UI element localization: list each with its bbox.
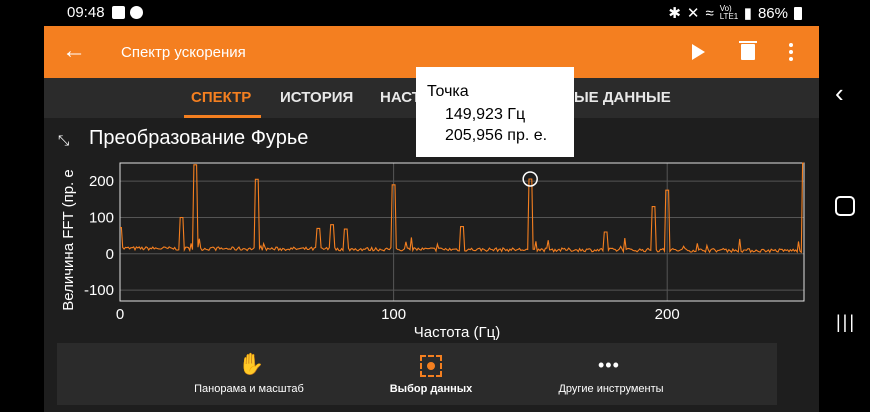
tooltip-value: 205,956 пр. е. (445, 127, 548, 144)
status-notification-icons (112, 6, 143, 19)
status-right: ✱ ✕ ≈ Vo) LTE1 ▮ 86% (668, 4, 802, 22)
select-data-icon (420, 355, 442, 377)
mute-icon: ✕ (686, 5, 700, 22)
hand-icon: ✋ (238, 353, 265, 376)
status-bar: 09:48 ✱ ✕ ≈ Vo) LTE1 ▮ 86% (0, 0, 870, 26)
status-time: 09:48 (67, 4, 105, 21)
nav-back-icon[interactable]: ‹ (835, 78, 844, 109)
nav-recents-icon[interactable]: ||| (836, 312, 856, 333)
pan-zoom-label: Панорама и масштаб (194, 383, 304, 395)
pan-zoom-button[interactable]: ✋ Панорама и масштаб (149, 343, 349, 405)
bluetooth-icon: ✱ (668, 5, 681, 22)
plot-frame (119, 162, 805, 302)
x-tick-label: 200 (655, 306, 680, 323)
gallery-icon (112, 6, 125, 19)
bottom-toolbar: ✋ Панорама и масштаб Выбор данных ••• Др… (57, 343, 777, 405)
tooltip-frequency: 149,923 Гц (445, 106, 526, 123)
tooltip-title: Точка (427, 83, 469, 100)
select-data-label: Выбор данных (389, 383, 473, 395)
more-tools-label: Другие инструменты (558, 383, 664, 395)
app-window: ← Спектр ускорения СПЕКТР ИСТОРИЯ НАСТ Ы… (44, 26, 819, 412)
system-nav-bar: ‹ ||| (819, 26, 870, 412)
y-tick-label: -100 (84, 282, 114, 299)
wifi-icon: ≈ (705, 4, 714, 22)
more-tools-button[interactable]: ••• Другие инструменты (511, 343, 711, 405)
fft-series-line (120, 162, 804, 254)
data-point-tooltip: Точка 149,923 Гц 205,956 пр. е. (416, 67, 574, 157)
signal-icon: ▮ (743, 5, 752, 22)
y-tick-label: 200 (89, 173, 114, 190)
y-tick-label: 100 (89, 209, 114, 226)
select-data-button[interactable]: Выбор данных (331, 343, 531, 405)
x-tick-label: 100 (381, 306, 406, 323)
nav-home-icon[interactable] (835, 196, 855, 216)
battery-percent: 86% (757, 4, 788, 22)
y-tick-label: 0 (106, 246, 114, 263)
y-axis-label: Величина FFT (пр. е (60, 169, 77, 311)
x-tick-label: 0 (116, 306, 124, 323)
sync-icon (130, 6, 143, 19)
lte-label: Vo) LTE1 (719, 4, 739, 21)
battery-icon (794, 6, 802, 20)
x-axis-label: Частота (Гц) (414, 324, 500, 341)
more-horiz-icon: ••• (598, 355, 620, 375)
